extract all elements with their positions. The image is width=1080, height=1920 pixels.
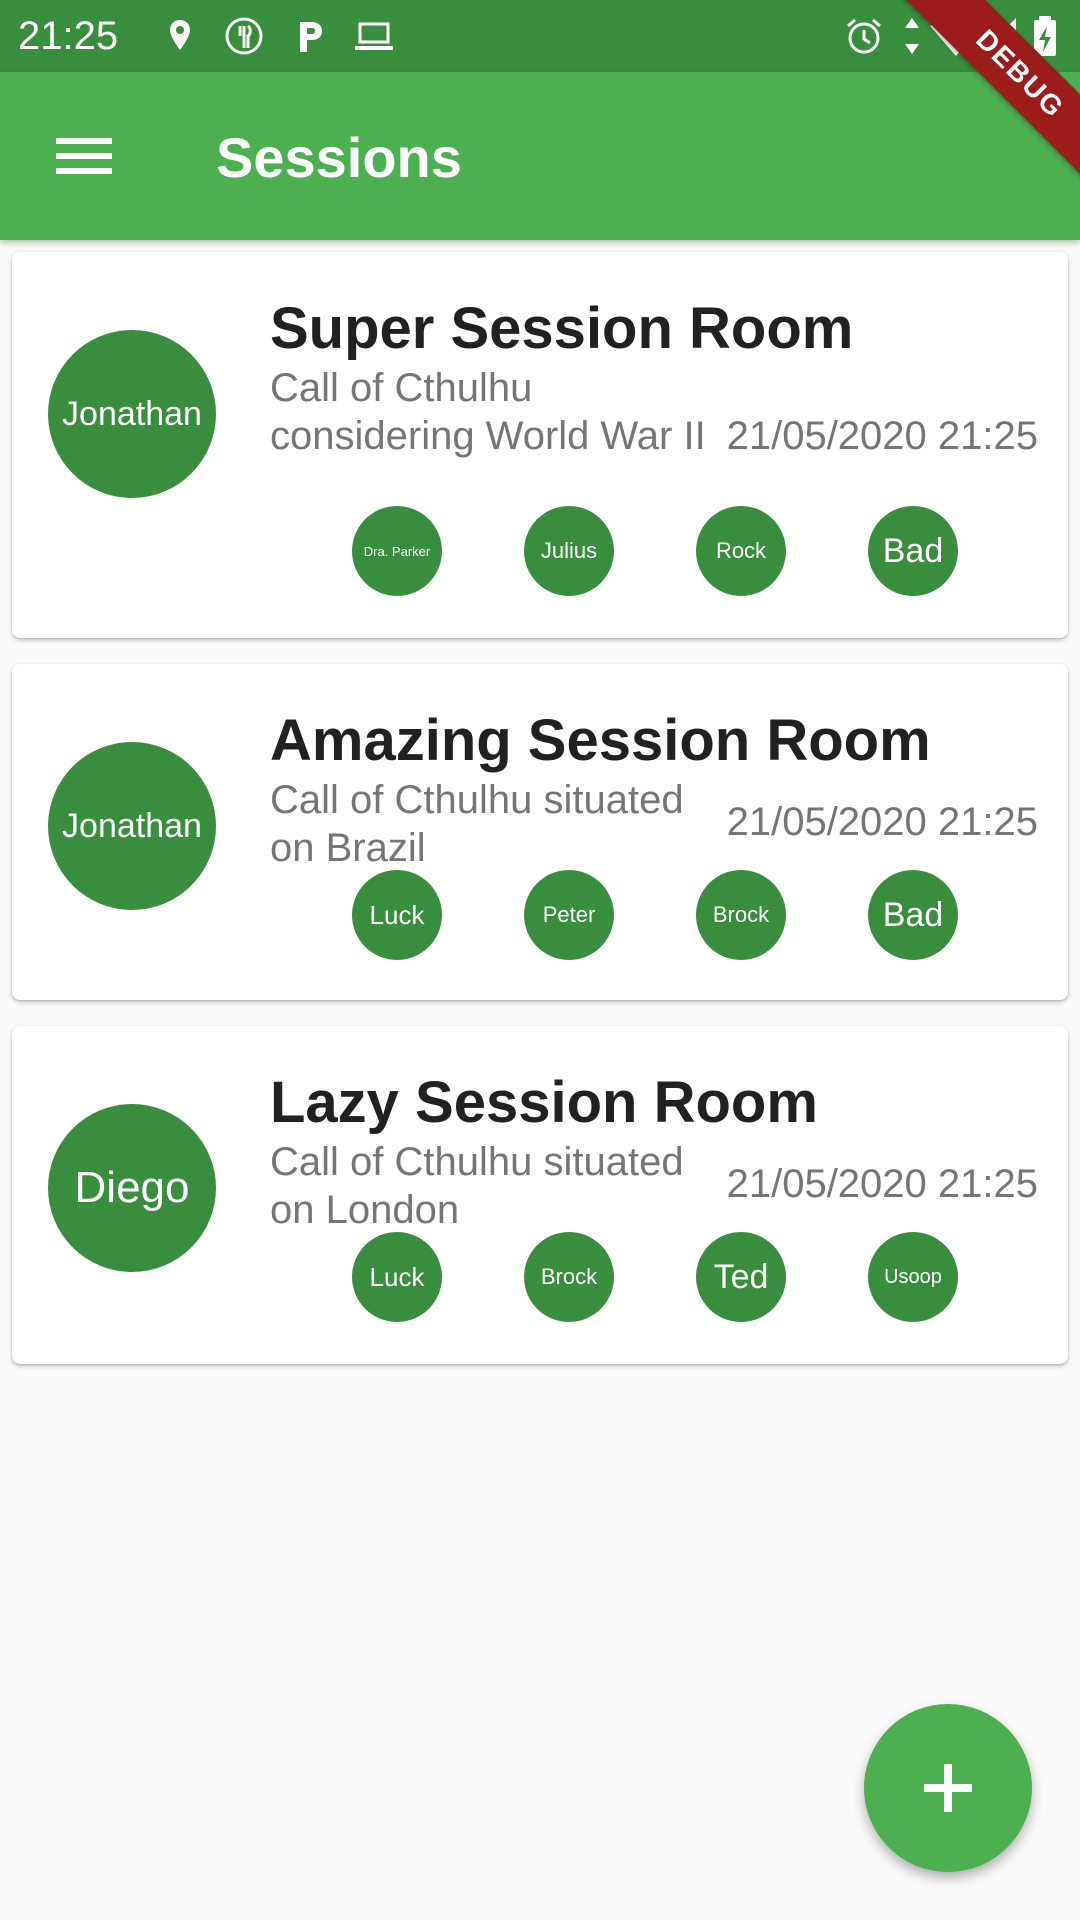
status-time: 21:25 — [18, 14, 119, 58]
alarm-icon — [847, 18, 881, 54]
add-session-button[interactable] — [864, 1704, 1032, 1872]
player-avatar: Bad — [868, 506, 958, 596]
player-avatar: Bad — [868, 870, 958, 960]
session-date: 21/05/2020 21:25 — [726, 1162, 1038, 1206]
menu-icon — [56, 138, 112, 174]
session-date: 21/05/2020 21:25 — [726, 800, 1038, 844]
session-date: 21/05/2020 21:25 — [726, 414, 1038, 458]
player-avatar: Rock — [696, 506, 786, 596]
session-title: Lazy Session Room — [270, 1070, 818, 1135]
parking-icon — [300, 22, 322, 52]
player-avatar: Peter — [524, 870, 614, 960]
debug-banner-label: DEBUG — [900, 0, 1080, 180]
session-title: Amazing Session Room — [270, 708, 931, 773]
session-card[interactable]: Diego Lazy Session Room Call of Cthulhu … — [12, 1026, 1068, 1364]
player-avatar: Ted — [696, 1232, 786, 1322]
session-card[interactable]: Jonathan Amazing Session Room Call of Ct… — [12, 664, 1068, 1000]
restaurant-icon — [225, 17, 263, 55]
player-avatar: Brock — [524, 1232, 614, 1322]
session-description: Call of Cthulhu considering World War II — [270, 366, 706, 458]
session-master-avatar: Jonathan — [48, 330, 216, 498]
player-avatar: Usoop — [868, 1232, 958, 1322]
debug-banner: DEBUG — [900, 0, 1080, 180]
player-avatar: Luck — [352, 870, 442, 960]
add-icon — [924, 1764, 972, 1812]
session-master-avatar: Diego — [48, 1104, 216, 1272]
session-master-avatar: Jonathan — [48, 742, 216, 910]
laptop-icon — [355, 22, 393, 50]
player-avatar: Luck — [352, 1232, 442, 1322]
player-avatar: Brock — [696, 870, 786, 960]
session-card[interactable]: Jonathan Super Session Room Call of Cthu… — [12, 252, 1068, 638]
session-description: Call of Cthulhu situated on Brazil — [270, 778, 684, 870]
player-avatar: Dra. Parker — [352, 506, 442, 596]
page-title: Sessions — [216, 126, 462, 189]
session-title: Super Session Room — [270, 296, 854, 361]
player-avatar: Julius — [524, 506, 614, 596]
location-pin-icon — [170, 20, 190, 50]
menu-button[interactable] — [40, 116, 128, 196]
session-description: Call of Cthulhu situated on London — [270, 1140, 684, 1232]
